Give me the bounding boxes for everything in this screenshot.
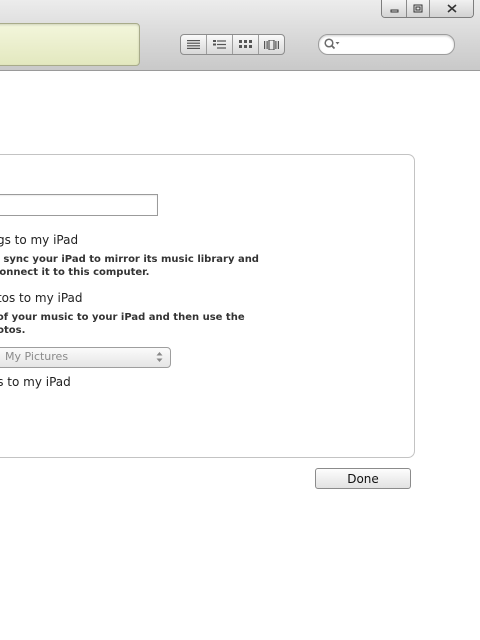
toolbar	[0, 0, 480, 71]
maximize-icon	[413, 4, 423, 13]
sync-photos-option-label[interactable]: hotos to my iPad	[0, 291, 83, 305]
grid-view-icon	[239, 40, 252, 48]
minimize-icon	[390, 9, 398, 13]
sync-photos-description-line-2: hotos.	[0, 325, 26, 336]
maximize-button[interactable]	[407, 0, 430, 17]
album-list-view-icon	[213, 40, 226, 49]
minimize-button[interactable]	[382, 0, 407, 17]
updown-arrows-icon	[156, 352, 163, 362]
sync-photos-description: l of your music to your iPad and then us…	[0, 311, 245, 337]
cover-flow-view-icon	[264, 39, 279, 50]
photos-source-value: My Pictures	[5, 350, 69, 363]
search-input[interactable]	[343, 37, 443, 51]
sync-photos-description-line-1: l of your music to your iPad and then us…	[0, 312, 245, 323]
window-controls	[381, 0, 474, 18]
close-icon	[446, 4, 457, 13]
sync-songs-option-label[interactable]: ongs to my iPad	[0, 233, 78, 247]
device-name-field[interactable]	[0, 194, 158, 216]
search-box[interactable]	[318, 34, 455, 55]
sync-apps-option-label[interactable]: pps to my iPad	[0, 375, 71, 389]
sync-songs-description: ly sync your iPad to mirror its music li…	[0, 253, 259, 279]
search-icon	[324, 38, 340, 50]
album-list-view-button[interactable]	[207, 35, 233, 54]
view-mode-buttons	[180, 34, 285, 55]
done-button[interactable]: Done	[315, 468, 411, 489]
close-button[interactable]	[430, 0, 473, 17]
sync-songs-description-line-1: ly sync your iPad to mirror its music li…	[0, 254, 259, 265]
sync-songs-description-line-2: connect it to this computer.	[0, 267, 150, 278]
cover-flow-view-button[interactable]	[259, 35, 284, 54]
photos-source-select[interactable]: My Pictures	[0, 347, 171, 368]
grid-view-button[interactable]	[233, 35, 259, 54]
list-view-icon	[187, 40, 200, 49]
status-display	[0, 23, 140, 66]
list-view-button[interactable]	[181, 35, 207, 54]
